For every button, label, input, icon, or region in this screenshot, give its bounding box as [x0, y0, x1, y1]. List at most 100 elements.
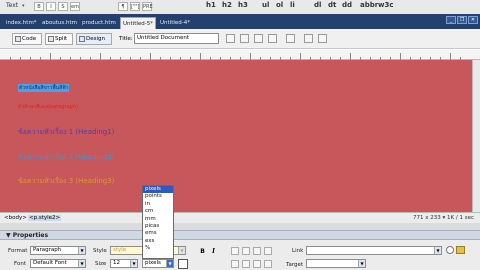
split-label: Split	[55, 36, 68, 42]
code-view-button[interactable]: Code	[12, 33, 42, 45]
ordered-list-button[interactable]	[242, 260, 250, 268]
unit-option[interactable]: %	[143, 245, 173, 252]
h1-tool-button[interactable]: h1	[206, 1, 216, 9]
em-tool-button[interactable]: em	[70, 2, 80, 11]
validate-icon[interactable]	[304, 34, 313, 43]
vertical-scrollbar[interactable]	[472, 60, 480, 212]
tab-untitled-5[interactable]: Untitled-5*	[120, 17, 156, 29]
blockquote-tool-button[interactable]: [""]	[130, 2, 140, 11]
canvas-heading-2[interactable]: ข้อความหัวเรื่อง 2 (Heading2)	[18, 152, 114, 163]
format-select[interactable]: Paragraph ▼	[30, 246, 86, 255]
refresh-icon[interactable]	[254, 34, 263, 43]
outdent-button[interactable]	[253, 260, 261, 268]
ruler-tick	[450, 53, 451, 60]
tab-untitled-4[interactable]: Untitled-4*	[158, 17, 194, 29]
strong-tool-button[interactable]: S	[58, 2, 68, 11]
bold-tool-button[interactable]: B	[34, 2, 44, 11]
italic-tool-button[interactable]: I	[46, 2, 56, 11]
point-to-file-icon[interactable]	[446, 246, 454, 254]
browse-folder-icon[interactable]	[456, 246, 465, 254]
chevron-down-icon: ▾	[22, 3, 25, 9]
tag-selector-body[interactable]: <body>	[4, 215, 27, 221]
code-label: Code	[22, 36, 37, 42]
ul-tool-button[interactable]: ul	[262, 1, 269, 9]
insert-category-dropdown[interactable]: Text	[6, 2, 18, 9]
panel-divider[interactable]	[0, 223, 480, 230]
title-label: Title:	[119, 36, 133, 42]
canvas-text-line[interactable]: ตัวอักษรสีแดง(paragraph)	[18, 103, 78, 111]
ruler-tick	[200, 53, 201, 60]
font-select[interactable]: Default Font ▼	[30, 259, 86, 268]
code-icon	[15, 35, 21, 42]
size-unit-dropdown-list: pixels points in cm mm picas ems exs%	[142, 185, 174, 259]
align-left-button[interactable]	[231, 247, 239, 255]
align-right-button[interactable]	[253, 247, 261, 255]
close-icon[interactable]: ✕	[468, 16, 478, 24]
preview-browser-icon[interactable]	[240, 34, 249, 43]
indent-button[interactable]	[264, 260, 272, 268]
chevron-down-icon: ▼	[358, 260, 365, 267]
ruler-tick	[250, 53, 251, 60]
unordered-list-button[interactable]	[231, 260, 239, 268]
canvas-heading-1[interactable]: ข้อความหัวเรื่อง 1 (Heading1)	[18, 127, 114, 138]
link-label: Link	[292, 248, 304, 254]
unit-option[interactable]: ems	[143, 230, 173, 237]
text-color-swatch[interactable]	[178, 259, 188, 269]
window-size-readout[interactable]: 771 x 233 ▾ 1K / 1 sec	[413, 215, 474, 221]
ruler-tick	[300, 53, 301, 60]
view-options-icon[interactable]	[268, 34, 277, 43]
tag-selector-p[interactable]: <p.style2>	[28, 215, 62, 221]
format-value: Paragraph	[33, 247, 62, 253]
h3-tool-button[interactable]: h3	[238, 1, 248, 9]
size-unit-select[interactable]: pixels ▼	[142, 259, 174, 268]
unit-option[interactable]: cm	[143, 208, 173, 215]
tab-aboutus[interactable]: aboutus.htm	[40, 17, 78, 29]
paragraph-tool-button[interactable]: ¶	[118, 2, 128, 11]
title-input[interactable]: Untitled Document	[134, 33, 219, 44]
italic-button[interactable]: I	[209, 247, 218, 256]
properties-header[interactable]: ▼ Properties	[0, 230, 480, 240]
bold-button[interactable]: B	[198, 247, 207, 256]
visual-aids-icon[interactable]	[286, 34, 295, 43]
font-value: Default Font	[33, 260, 67, 266]
unit-option[interactable]: mm	[143, 216, 173, 223]
style-label: Style	[93, 248, 107, 254]
ruler-tick	[150, 53, 151, 60]
document-tabs: index.htm* aboutus.htm product.htm Untit…	[0, 14, 480, 29]
size-select[interactable]: 12 ▼	[110, 259, 138, 268]
target-select[interactable]: ▼	[306, 259, 366, 268]
ruler-tick	[100, 53, 101, 60]
dl-tool-button[interactable]: dl	[314, 1, 321, 9]
abbr-tool-button[interactable]: abbr	[360, 1, 378, 9]
align-center-button[interactable]	[242, 247, 250, 255]
unit-option[interactable]: picas	[143, 223, 173, 230]
design-view-button[interactable]: Design	[76, 33, 112, 45]
window-controls: _ ❐ ✕	[445, 16, 478, 24]
ol-tool-button[interactable]: ol	[276, 1, 283, 9]
li-tool-button[interactable]: li	[290, 1, 295, 9]
unit-option[interactable]: in	[143, 201, 173, 208]
justify-button[interactable]	[264, 247, 272, 255]
unit-option[interactable]: points	[143, 193, 173, 200]
dd-tool-button[interactable]: dd	[342, 1, 352, 9]
canvas-heading-3[interactable]: ข้อความหัวเรื่อง 3 (Heading3)	[18, 176, 114, 187]
file-management-icon[interactable]	[226, 34, 235, 43]
minimize-icon[interactable]: _	[446, 16, 456, 24]
link-input[interactable]: ▼	[306, 246, 442, 255]
check-browser-icon[interactable]	[318, 34, 327, 43]
h2-tool-button[interactable]: h2	[222, 1, 232, 9]
restore-icon[interactable]: ❐	[457, 16, 467, 24]
document-toolbar: Code Split Design Title: Untitled Docume…	[0, 29, 480, 49]
canvas-text-line[interactable]: ตัวหนังสือสีขาวพื้นสีฟ้า	[18, 84, 70, 92]
acronym-tool-button[interactable]: w3c	[378, 1, 394, 9]
unit-option[interactable]: pixels	[143, 186, 173, 194]
split-view-button[interactable]: Split	[45, 33, 73, 45]
design-canvas[interactable]: ตัวหนังสือสีขาวพื้นสีฟ้า ตัวอักษรสีแดง(p…	[0, 60, 480, 212]
pre-tool-button[interactable]: PRE	[142, 2, 153, 11]
font-label: Font	[14, 261, 26, 267]
dt-tool-button[interactable]: dt	[328, 1, 336, 9]
ruler-tick	[50, 53, 51, 60]
tab-product[interactable]: product.htm	[80, 17, 118, 29]
tab-index[interactable]: index.htm*	[4, 17, 38, 29]
unit-option[interactable]: exs	[143, 238, 173, 245]
